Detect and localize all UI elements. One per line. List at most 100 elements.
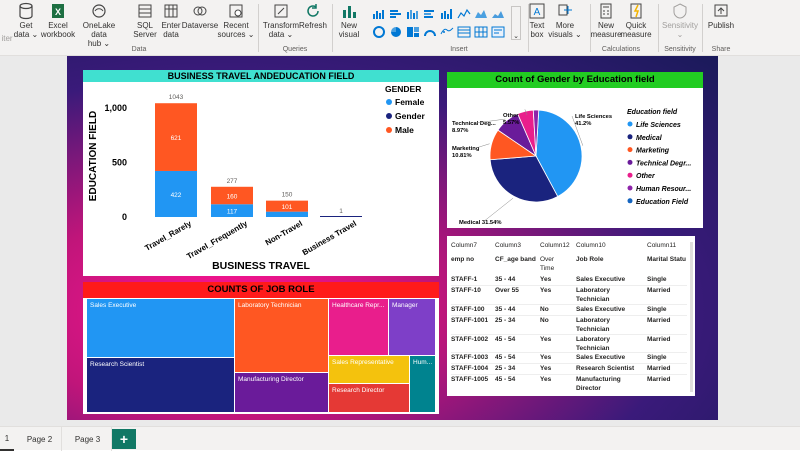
visual-gallery-icon[interactable] <box>491 25 505 38</box>
tab-page-3[interactable]: Page 3 <box>64 427 112 451</box>
table-cell: Yes <box>540 376 552 383</box>
treemap-tile[interactable]: Research Director <box>329 384 409 412</box>
ribbon-quick-button[interactable]: Quick measure <box>613 0 659 39</box>
visual-gallery-icon[interactable] <box>423 25 437 37</box>
x-axis-title: BUSINESS TRAVEL <box>212 260 310 272</box>
more-visuals-icon <box>556 2 574 20</box>
table-row-divider <box>451 363 687 364</box>
visual-gallery-icon[interactable] <box>474 25 488 38</box>
table-cell: Married <box>647 365 671 372</box>
ribbon-publish-button[interactable]: Publish <box>698 0 744 30</box>
bar-total-label: 1 <box>339 208 343 215</box>
treemap-tile[interactable]: Manufacturing Director <box>235 373 328 412</box>
tab-page-2[interactable]: Page 2 <box>18 427 62 451</box>
table-row-divider <box>451 315 687 316</box>
treemap-tile[interactable]: Hum... <box>410 356 435 412</box>
treemap-tile[interactable]: Research Scientist <box>87 358 234 412</box>
visual-gallery-icon[interactable] <box>372 7 386 19</box>
table-cell: No <box>540 317 549 324</box>
tab-page-1[interactable]: 1 <box>0 427 14 451</box>
ribbon-recent-button[interactable]: Recent sources ⌄ <box>213 0 259 39</box>
pie-slice-label: Medical 31.54% <box>459 220 502 226</box>
ribbon-label: Excel <box>48 21 68 30</box>
visual-gallery-icon[interactable] <box>474 7 488 19</box>
table-cell: 45 - 54 <box>495 354 516 361</box>
pie-slice-label: 10.81% <box>452 153 472 159</box>
ribbon-label: Sensitivity <box>661 21 698 30</box>
visual-gallery-icon[interactable] <box>440 7 454 19</box>
ribbon-excel-button[interactable]: X Excel workbook <box>35 0 81 39</box>
legend-marker <box>627 121 633 127</box>
table-row-divider <box>451 374 687 375</box>
legend-marker <box>627 147 633 153</box>
table-cell: STAFF-1002 <box>451 336 489 343</box>
column-header[interactable]: Column7 <box>451 242 477 249</box>
pie-slice-label: 5.57% <box>503 120 519 126</box>
visual-gallery-icon[interactable] <box>457 25 471 38</box>
ribbon-group-label: Data <box>131 46 147 53</box>
ribbon-label: data <box>163 30 179 39</box>
column-header[interactable]: Column11 <box>647 242 676 249</box>
report-page: BUSINESS TRAVEL ANDEDUCATION FIELD EDUCA… <box>67 56 718 420</box>
ribbon-label: hub ⌄ <box>87 39 111 48</box>
visual-gallery-icon[interactable] <box>406 7 420 19</box>
table-cell: Laboratory <box>576 317 610 324</box>
ribbon-label: measure <box>620 30 652 39</box>
x-tick-label: Travel_Frequently <box>185 219 249 261</box>
ribbon-label: ⌄ <box>676 30 684 39</box>
ribbon: iter Get data ⌄ X Excel workbook OneLake data h… <box>0 0 800 56</box>
pie-slice-label: 41.2% <box>575 121 591 127</box>
onelake-icon <box>90 2 108 20</box>
treemap-tile[interactable]: Sales Executive <box>87 299 234 357</box>
bar-segment[interactable] <box>266 211 308 217</box>
table-cell: Married <box>647 287 671 294</box>
table-row-divider <box>451 285 687 286</box>
treemap-tile[interactable]: Laboratory Technician <box>235 299 328 372</box>
table-cell: Married <box>647 336 671 343</box>
treemap-tile[interactable]: Healthcare Repr... <box>329 299 388 355</box>
bar-value-label: 117 <box>227 209 238 216</box>
bar-chart-panel[interactable]: BUSINESS TRAVEL ANDEDUCATION FIELD EDUCA… <box>83 70 439 276</box>
visual-gallery-icon[interactable] <box>406 25 420 37</box>
legend-marker <box>627 185 633 191</box>
bar-value-label: 160 <box>227 194 238 201</box>
ribbon-separator <box>590 4 591 52</box>
table-panel[interactable]: Column7 Column3 Column12 Column10 Column11 em… <box>447 236 695 396</box>
svg-text:X: X <box>55 7 61 17</box>
table-cell: Research Scientist <box>576 365 635 372</box>
table-scrollbar[interactable] <box>690 242 693 392</box>
database-icon <box>17 2 35 20</box>
column-header[interactable]: Column3 <box>495 242 521 249</box>
x-tick-label: Business Travel <box>301 219 358 257</box>
table-cell: STAFF-1004 <box>451 365 489 372</box>
visual-gallery-icon[interactable] <box>457 7 471 19</box>
table-cell: 45 - 54 <box>495 336 516 343</box>
treemap-panel[interactable]: COUNTS OF JOB ROLE Sales Executive Resear… <box>83 282 439 414</box>
page-tabs-bar: 1 Page 2 Page 3 + <box>0 426 800 451</box>
visual-gallery-icon[interactable] <box>491 7 505 19</box>
visual-gallery-icon[interactable] <box>372 25 386 38</box>
legend-label: Marketing <box>636 148 670 155</box>
ribbon-separator <box>332 4 333 52</box>
table-cell: Laboratory <box>576 287 610 294</box>
column-header[interactable]: Column12 <box>540 242 570 249</box>
y-tick-label: 0 <box>122 212 127 222</box>
ribbon-sensitivity-button[interactable]: Sensitivity ⌄ <box>657 0 703 39</box>
visual-gallery-icon[interactable] <box>423 7 437 19</box>
visual-gallery-icon[interactable] <box>389 7 403 19</box>
treemap: Sales Executive Research Scientist Laborat… <box>87 299 435 412</box>
treemap-tile[interactable]: Manager <box>389 299 435 355</box>
add-page-button[interactable]: + <box>112 429 136 449</box>
visual-gallery-icon[interactable] <box>440 25 454 37</box>
ribbon-onelake-data-button[interactable]: OneLake data hub ⌄ <box>76 0 122 48</box>
treemap-tile[interactable]: Sales Representative <box>329 356 409 383</box>
gallery-expand-chevron-icon[interactable]: ⌄ <box>511 6 521 40</box>
bar-segment[interactable] <box>320 216 362 217</box>
visual-gallery-icon[interactable] <box>389 25 403 37</box>
column-header[interactable]: Column10 <box>576 242 606 249</box>
table-cell: Sales Executive <box>576 276 626 283</box>
table-cell: Yes <box>540 276 552 283</box>
ribbon-more-button[interactable]: More visuals ⌄ <box>542 0 588 39</box>
ribbon-separator <box>258 4 259 52</box>
pie-chart-panel[interactable]: Count of Gender by Education field Life … <box>447 72 703 228</box>
